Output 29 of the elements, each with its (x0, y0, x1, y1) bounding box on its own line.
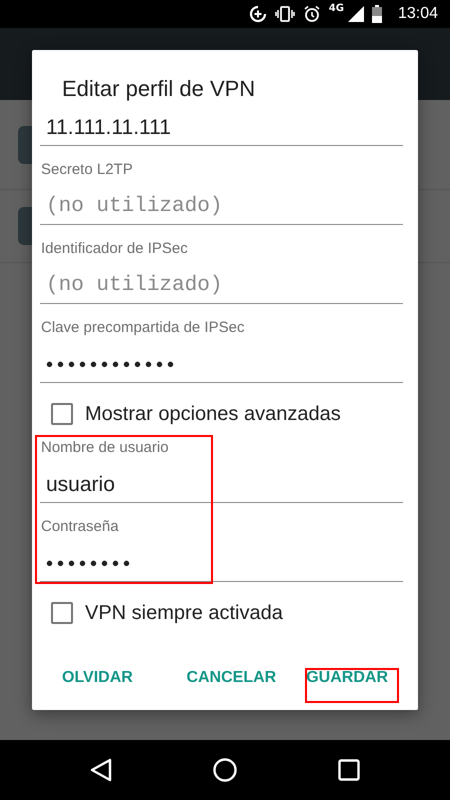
field-label: Nombre de usuario (40, 438, 170, 458)
dialog-button[interactable]: CANCELAR (178, 660, 284, 696)
dialog-button[interactable]: GUARDAR (298, 660, 396, 696)
alarm-icon (302, 5, 321, 23)
clock: 13:04 (398, 5, 438, 23)
input-field[interactable]: 11.111.11.111 (40, 112, 403, 146)
input-field[interactable]: (no utilizado) (40, 259, 403, 304)
field-label: Contraseña (40, 517, 120, 537)
dialog-title: Editar perfil de VPN (61, 76, 256, 102)
dialog-button[interactable]: OLVIDAR (54, 660, 141, 696)
battery-icon (372, 5, 382, 23)
home-icon[interactable] (212, 758, 237, 782)
back-icon[interactable] (90, 758, 112, 782)
input-field[interactable]: (no utilizado) (40, 180, 403, 225)
network-type: 4G (328, 3, 344, 14)
field-label: Identificador de IPSec (40, 239, 189, 259)
field-label: Clave precompartida de IPSec (40, 318, 246, 338)
data-saver-icon (248, 5, 267, 23)
recents-icon[interactable] (338, 759, 360, 781)
input-field[interactable]: usuario (40, 458, 403, 503)
checkbox-label: Mostrar opciones avanzadas (85, 402, 341, 426)
checkbox[interactable] (51, 403, 73, 425)
checkbox[interactable] (51, 602, 73, 624)
input-field[interactable]: •••••••••••• (40, 338, 403, 383)
signal-icon (348, 6, 364, 22)
checkbox-label: VPN siempre activada (85, 602, 283, 624)
input-field[interactable]: •••••••• (40, 537, 403, 582)
vibrate-icon (274, 5, 295, 23)
field-label: Secreto L2TP (40, 160, 134, 180)
